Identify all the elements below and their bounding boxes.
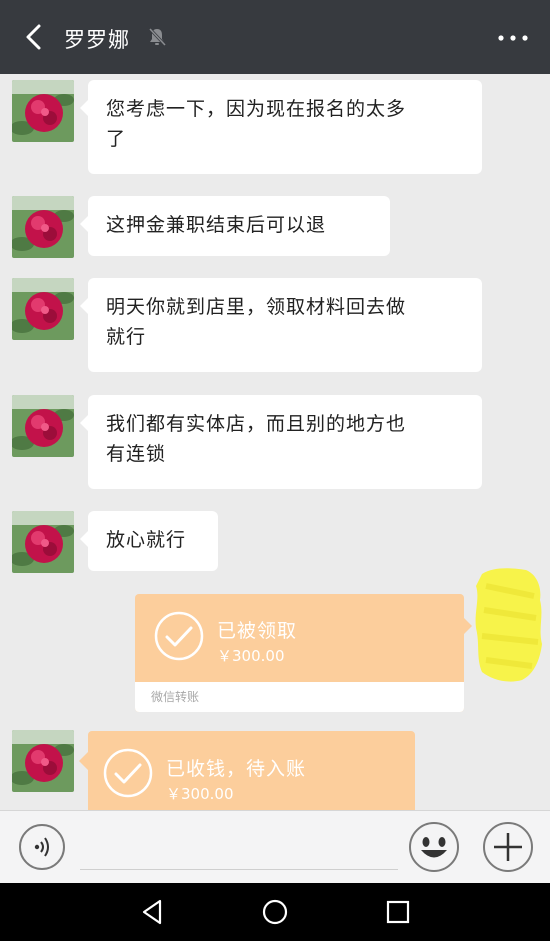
back-chevron-icon[interactable] [20,22,50,52]
message-input[interactable] [80,869,398,870]
nav-home-icon[interactable] [260,897,290,927]
nav-back-icon[interactable] [138,897,168,927]
message-bubble[interactable]: 您考虑一下，因为现在报名的太多 了 [80,80,482,174]
message-bubble[interactable]: 这押金兼职结束后可以退 [80,196,390,256]
message-text-line: 放心就行 [106,529,187,551]
transfer-card[interactable]: 已收钱，待入账 ￥300.00 [88,731,415,810]
transfer-card[interactable]: 已被领取 ￥300.00 微信转账 [135,594,464,712]
chat-header: 罗罗娜 [0,0,550,74]
message-text-line: 这押金兼职结束后可以退 [106,214,327,236]
check-circle-icon [154,611,204,661]
transfer-amount: ￥300.00 [166,785,234,803]
check-circle-icon [103,748,153,798]
message-bubble[interactable]: 我们都有实体店，而且别的地方也 有连锁 [80,395,482,489]
transfer-status: 已收钱，待入账 [166,758,307,780]
bubble-tail [79,752,88,770]
bubble-tail [463,617,472,635]
avatar[interactable] [12,511,74,573]
avatar[interactable] [12,395,74,457]
avatar[interactable] [12,196,74,258]
android-nav-bar [0,883,550,941]
avatar[interactable] [12,278,74,340]
redaction-scribble [475,568,542,682]
voice-icon[interactable] [18,823,66,871]
chat-title: 罗罗娜 [64,28,130,52]
flower-avatar-icon [12,730,74,792]
flower-avatar-icon [12,395,74,457]
message-bubble[interactable]: 明天你就到店里，领取材料回去做 就行 [80,278,482,372]
flower-avatar-icon [12,196,74,258]
flower-avatar-icon [12,80,74,142]
avatar[interactable] [12,80,74,142]
transfer-status: 已被领取 [217,620,298,642]
emoji-icon[interactable] [408,821,460,873]
plus-icon[interactable] [482,821,534,873]
transfer-amount: ￥300.00 [217,647,285,665]
bell-off-icon [148,27,167,47]
avatar[interactable] [12,730,74,792]
flower-avatar-icon [12,278,74,340]
flower-avatar-icon [12,511,74,573]
nav-recent-icon[interactable] [383,897,413,927]
chat-messages[interactable]: 您考虑一下，因为现在报名的太多 了 这押金兼职结束后可以退 明天你就到店里，领取… [0,74,550,810]
input-bar [0,810,550,883]
message-bubble[interactable]: 放心就行 [80,511,218,571]
more-dots-icon[interactable] [496,26,530,50]
transfer-footer: 微信转账 [135,682,464,712]
